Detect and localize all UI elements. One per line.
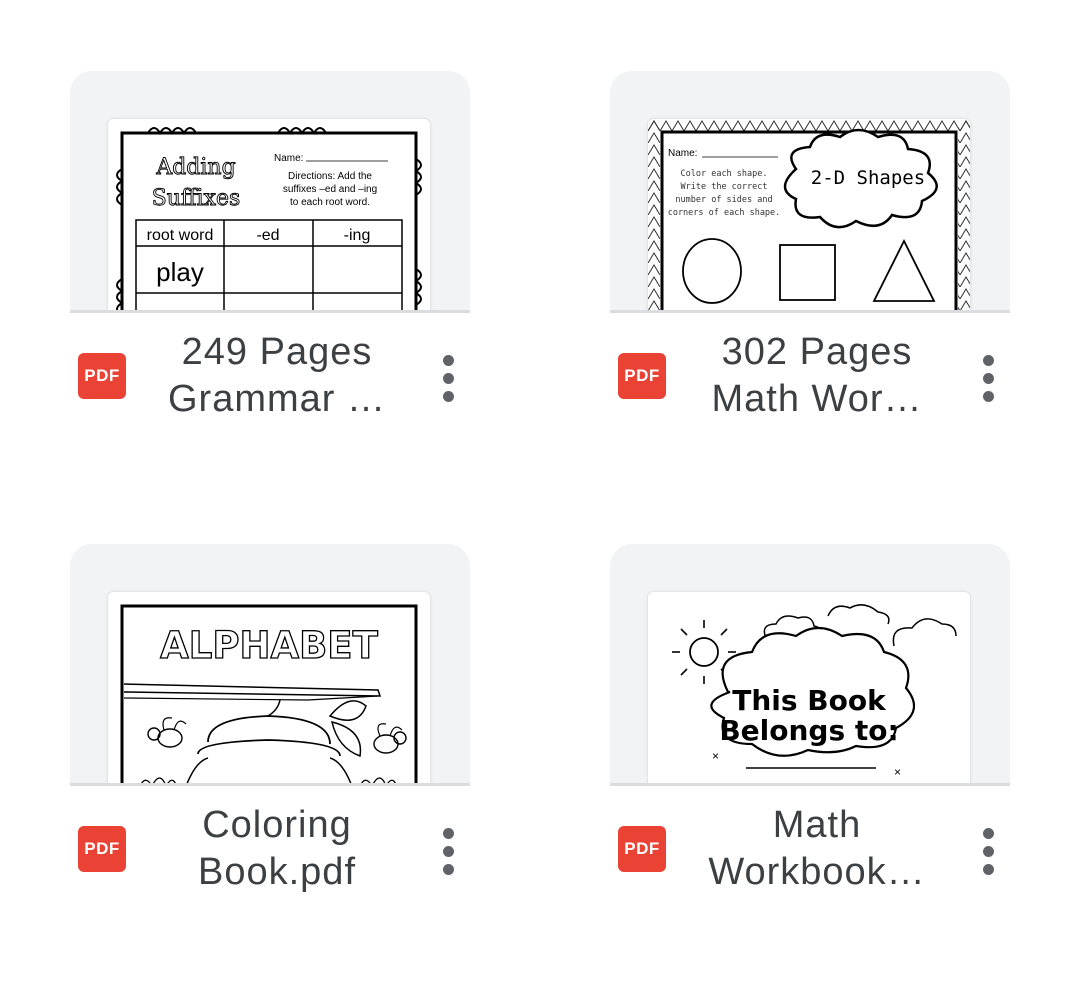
thumbnail-page: ALPHABET <box>108 592 430 786</box>
thumb-cloud-title: 2-D Shapes <box>811 167 925 189</box>
svg-text:×: × <box>712 749 719 763</box>
file-card-math-workbook[interactable]: This Book Belongs to: × × PDF Math Workb… <box>610 544 1010 984</box>
thumb-instruction-3: number of sides and <box>675 195 772 205</box>
thumbnail-page: Name: Color each shape. Write the correc… <box>648 119 970 313</box>
thumb-heading: ALPHABET <box>160 624 378 667</box>
file-name-line-1: 302 Pages <box>721 331 913 373</box>
thumb-col-ed: -ed <box>256 227 279 244</box>
thumb-directions-3: to each root word. <box>290 197 370 208</box>
thumb-instruction-1: Color each shape. <box>681 169 768 179</box>
file-thumbnail[interactable]: ALPHABET <box>70 544 470 786</box>
pdf-file-icon: PDF <box>618 353 666 399</box>
file-name-line-1: Coloring <box>202 804 352 846</box>
file-name-line-2: Workbook… <box>708 851 926 893</box>
thumb-name-label: Name: <box>668 148 697 159</box>
pdf-file-icon: PDF <box>78 353 126 399</box>
thumb-col-ing: -ing <box>344 227 371 244</box>
thumbnail-page: This Book Belongs to: × × <box>648 592 970 786</box>
thumb-directions-1: Directions: Add the <box>288 171 372 182</box>
more-options-button[interactable] <box>968 351 1008 405</box>
thumbnail-page: Adding Suffixes Name: Directions: Add th… <box>108 119 430 313</box>
more-vert-icon <box>982 827 994 839</box>
thumb-line-1: This Book <box>732 684 887 717</box>
file-card-grammar[interactable]: Adding Suffixes Name: Directions: Add th… <box>70 71 470 511</box>
thumb-heading-2: Suffixes <box>152 186 241 211</box>
file-name[interactable]: Math Workbook… <box>682 802 952 896</box>
file-name[interactable]: Coloring Book.pdf <box>142 802 412 896</box>
thumb-row-play: play <box>156 257 204 287</box>
file-name-line-2: Math Wor… <box>711 378 923 420</box>
file-card-math-worksheets[interactable]: Name: Color each shape. Write the correc… <box>610 71 1010 511</box>
file-name-line-2: Grammar … <box>168 378 386 420</box>
thumb-directions-2: suffixes –ed and –ing <box>283 184 377 195</box>
svg-text:×: × <box>894 765 901 779</box>
thumb-heading-1: Adding <box>155 155 235 180</box>
file-name-line-2: Book.pdf <box>198 851 356 893</box>
file-name-line-1: Math <box>772 804 862 846</box>
file-card-coloring-book[interactable]: ALPHABET PDF Coloring Book.pdf <box>70 544 470 984</box>
thumb-instruction-2: Write the correct <box>681 182 768 192</box>
pdf-file-icon: PDF <box>618 826 666 872</box>
more-options-button[interactable] <box>428 824 468 878</box>
more-options-button[interactable] <box>968 824 1008 878</box>
more-options-button[interactable] <box>428 351 468 405</box>
file-thumbnail[interactable]: Name: Color each shape. Write the correc… <box>610 71 1010 313</box>
file-name[interactable]: 249 Pages Grammar … <box>142 329 412 423</box>
thumb-name-label: Name: <box>274 153 303 164</box>
thumb-col-root: root word <box>147 227 214 244</box>
more-vert-icon <box>442 354 454 366</box>
file-thumbnail[interactable]: Adding Suffixes Name: Directions: Add th… <box>70 71 470 313</box>
more-vert-icon <box>442 827 454 839</box>
more-vert-icon <box>982 354 994 366</box>
file-thumbnail[interactable]: This Book Belongs to: × × <box>610 544 1010 786</box>
pdf-file-icon: PDF <box>78 826 126 872</box>
file-name[interactable]: 302 Pages Math Wor… <box>682 329 952 423</box>
thumb-line-2: Belongs to: <box>719 714 898 747</box>
file-name-line-1: 249 Pages <box>181 331 373 373</box>
thumb-instruction-4: corners of each shape. <box>668 208 781 218</box>
